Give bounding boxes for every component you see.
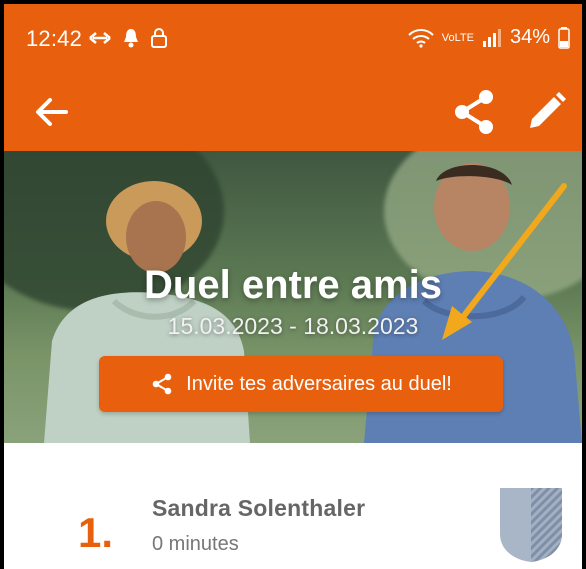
status-right-icons: VoLTE 34% — [408, 26, 570, 49]
share-button[interactable] — [450, 88, 498, 136]
shield-icon — [500, 488, 562, 562]
link-icon — [89, 32, 111, 44]
invite-opponents-button[interactable]: Invite tes adversaires au duel! — [99, 356, 503, 412]
participant-minutes: 0 minutes — [152, 533, 239, 555]
app-screen: 12:42 VoLTE 34% Duel entre amis 15.03.20… — [0, 0, 586, 569]
status-time: 12:42 — [26, 26, 83, 51]
wifi-icon — [408, 28, 434, 48]
edit-button[interactable] — [524, 90, 568, 134]
battery-percent: 34% — [509, 26, 550, 48]
leaderboard-row[interactable]: 1. Sandra Solenthaler 0 minutes — [4, 443, 582, 569]
duel-dates: 15.03.2023 - 18.03.2023 — [167, 313, 419, 339]
top-bar: 12:42 VoLTE 34% — [4, 4, 582, 151]
share-icon — [152, 373, 172, 395]
duel-hero-banner: Duel entre amis 15.03.2023 - 18.03.2023 … — [4, 151, 582, 443]
bell-icon — [124, 29, 138, 48]
volte-badge: VoLTE — [441, 31, 474, 44]
invite-button-label: Invite tes adversaires au duel! — [186, 372, 452, 395]
status-bar: 12:42 VoLTE 34% — [4, 4, 582, 76]
signal-icon — [482, 28, 501, 47]
duel-title: Duel entre amis — [144, 263, 442, 307]
lock-icon — [151, 28, 167, 48]
back-button[interactable] — [32, 92, 72, 132]
participant-name: Sandra Solenthaler — [152, 495, 366, 521]
status-left-icons — [88, 28, 168, 48]
battery-icon — [558, 26, 570, 49]
app-bar — [4, 76, 582, 151]
rank-number: 1. — [78, 509, 114, 556]
